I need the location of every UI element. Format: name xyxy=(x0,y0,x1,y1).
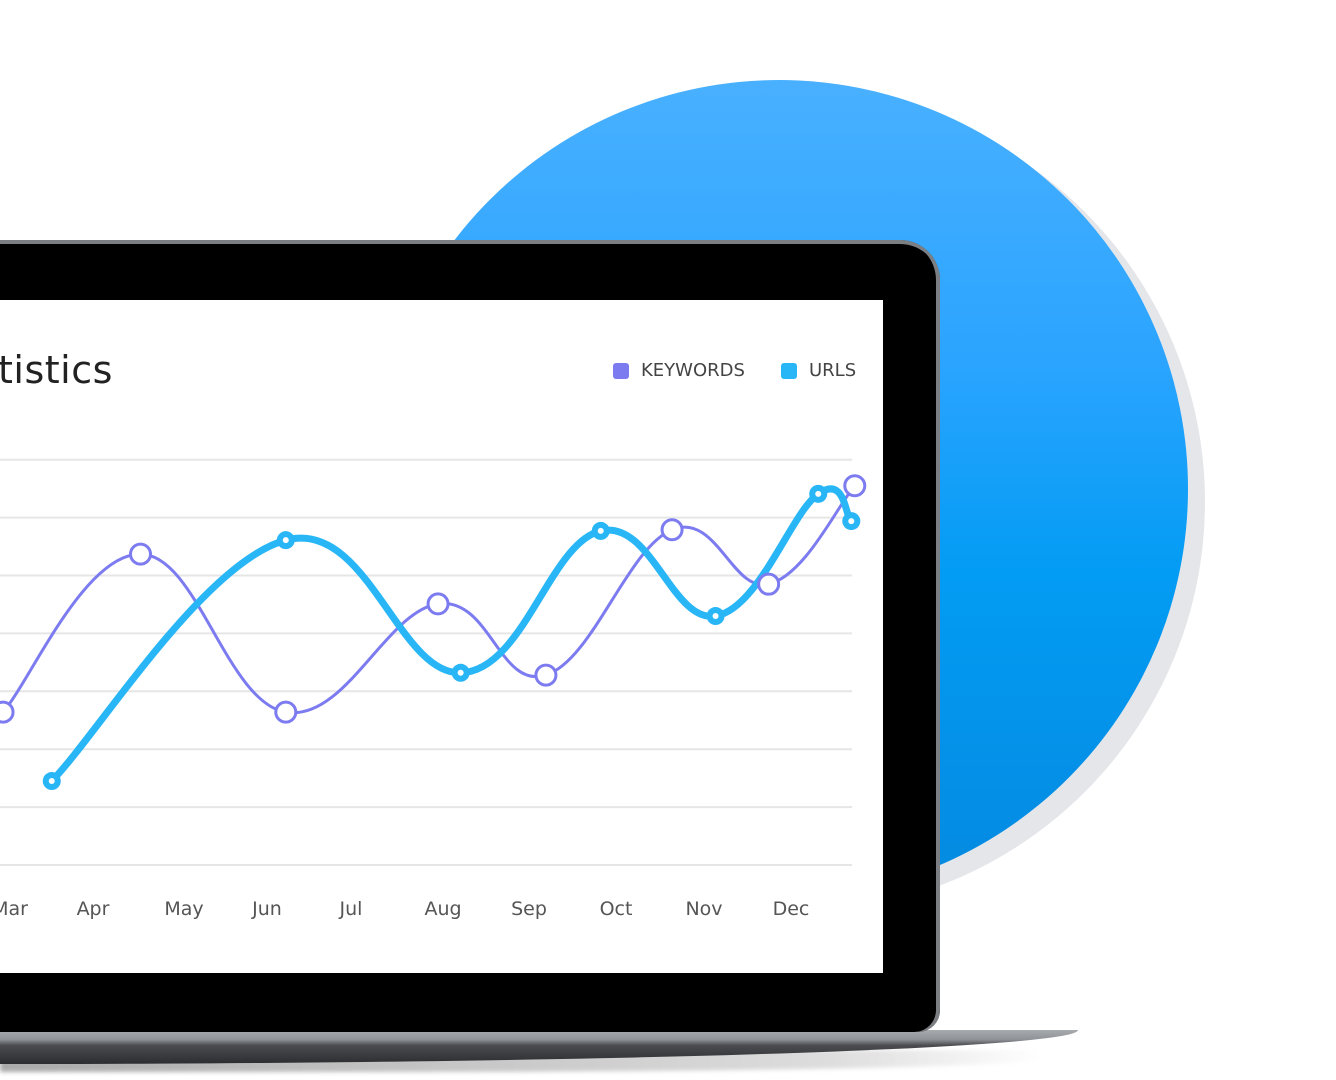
urls-point-center xyxy=(815,490,822,497)
urls-point-center xyxy=(457,669,464,676)
keywords-point[interactable] xyxy=(274,700,298,724)
line-chart xyxy=(0,458,867,866)
keywords-point[interactable] xyxy=(843,474,867,498)
keywords-point[interactable] xyxy=(757,572,781,596)
keywords-point[interactable] xyxy=(534,663,558,687)
keywords-point[interactable] xyxy=(0,700,15,724)
urls-line xyxy=(48,485,855,785)
urls-point-center xyxy=(48,778,55,785)
keywords-point[interactable] xyxy=(129,542,152,566)
urls-point-center xyxy=(712,613,719,620)
urls-point-center xyxy=(282,537,289,544)
urls-point-center xyxy=(597,527,604,534)
urls-point-center xyxy=(848,518,855,525)
keywords-point[interactable] xyxy=(660,518,684,542)
keywords-point[interactable] xyxy=(426,592,450,616)
